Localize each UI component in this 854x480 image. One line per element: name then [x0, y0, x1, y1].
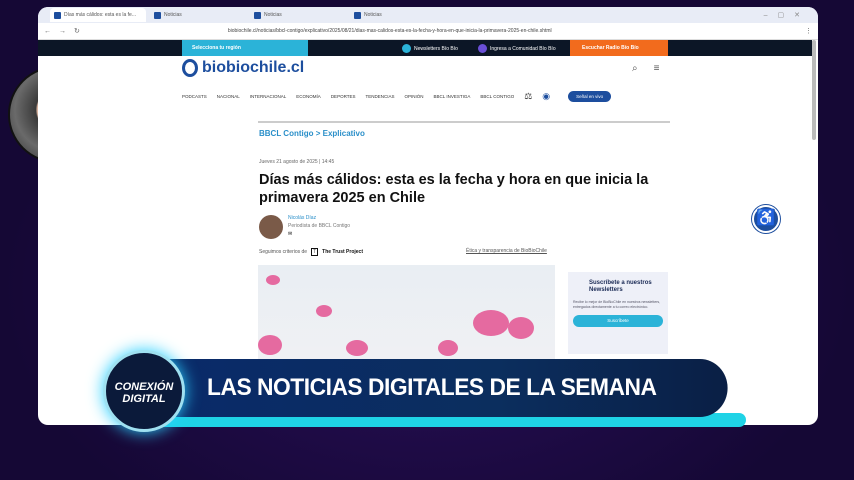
tab-label: Días más cálidos: esta es la fe... [64, 12, 136, 18]
site-logo[interactable]: biobiochile.cl [182, 59, 304, 77]
nav-deportes[interactable]: DEPORTES [331, 94, 356, 99]
search-icon[interactable]: ⌕ [632, 63, 638, 74]
nav-nacional[interactable]: NACIONAL [217, 94, 240, 99]
logo-text: biobiochile.cl [202, 59, 305, 76]
region-select[interactable]: Selecciona tu región [182, 40, 308, 56]
nav-bbcl-contigo[interactable]: BBCL CONTIGO [480, 94, 514, 99]
tv-icon[interactable]: ◉ [542, 91, 550, 102]
author-role: Periodista de BBCL Contigo [288, 223, 351, 229]
accessibility-icon[interactable]: ♿ [752, 205, 780, 233]
trust-prefix: Seguimos criterios de [259, 249, 308, 255]
trust-project-link[interactable]: The Trust Project [322, 249, 363, 255]
show-logo: CONEXIÓN DIGITAL [103, 350, 185, 432]
url-input[interactable]: biobiochile.cl/noticias/bbcl-contigo/exp… [228, 28, 797, 34]
newsletter-desc: Recibe lo mejor de BioBioChile en nuestr… [573, 300, 661, 309]
nav-economia[interactable]: ECONOMÍA [296, 94, 321, 99]
tab-label: Noticias [364, 12, 382, 18]
reload-icon[interactable]: ↻ [74, 27, 80, 35]
favicon-icon [154, 11, 161, 19]
newsletter-box: Suscríbete a nuestros Newsletters Recibe… [568, 272, 668, 354]
forward-icon[interactable]: → [59, 28, 66, 35]
newsletter-title: Suscríbete a nuestros Newsletters [589, 280, 652, 293]
breadcrumb[interactable]: BBCL Contigo > Explicativo [259, 129, 365, 138]
favicon-icon [354, 11, 361, 19]
mail-icon [402, 44, 411, 53]
tab-active[interactable]: Días más cálidos: esta es la fe... [50, 8, 146, 22]
extensions-icon[interactable]: ⋮ [805, 27, 812, 35]
address-bar: ← → ↻ biobiochile.cl/noticias/bbcl-contigo… [38, 23, 818, 40]
nav-podcasts[interactable]: PODCASTS [182, 94, 207, 99]
ethics-link[interactable]: Ética y transparencia de BioBioChile [466, 248, 547, 254]
listen-radio-button[interactable]: Escuchar Radio Bío Bío [570, 40, 668, 56]
community-label: Ingresa a Comunidad Bío Bío [490, 45, 556, 52]
author-avatar [259, 215, 283, 239]
menu-icon[interactable]: ≡ [654, 63, 660, 74]
article-date: Jueves 21 agosto de 2025 | 14:45 [259, 159, 335, 165]
live-button[interactable]: Señal en vivo [568, 91, 612, 102]
favicon-icon [54, 11, 61, 19]
justice-icon[interactable]: ⚖ [524, 91, 532, 102]
nav-internacional[interactable]: INTERNACIONAL [250, 94, 287, 99]
back-icon[interactable]: ← [44, 28, 51, 35]
divider [258, 121, 670, 123]
lower-third-headline: LAS NOTICIAS DIGITALES DE LA SEMANA [150, 359, 728, 417]
nav-bbcl-investiga[interactable]: BBCL INVESTIGA [434, 94, 471, 99]
logo-icon [182, 59, 198, 77]
tab[interactable]: Noticias [250, 8, 346, 22]
tab[interactable]: Noticias [150, 8, 246, 22]
article-title: Días más cálidos: esta es la fecha y hor… [259, 172, 649, 206]
tab[interactable]: Noticias [350, 8, 446, 22]
site-topbar: Selecciona tu región Newsletters Bío Bío… [38, 40, 812, 56]
user-icon [478, 44, 487, 53]
nav-tendencias[interactable]: TENDENCIAS [366, 94, 395, 99]
tab-label: Noticias [164, 12, 182, 18]
scrollbar[interactable] [812, 40, 816, 140]
subscribe-button[interactable]: Suscríbete [573, 315, 663, 327]
tab-strip: Días más cálidos: esta es la fe... Notic… [38, 7, 818, 23]
newsletters-label: Newsletters Bío Bío [414, 45, 458, 52]
author-name[interactable]: Nicolás Díaz [288, 214, 350, 222]
main-nav: PODCASTS NACIONAL INTERNACIONAL ECONOMÍA… [182, 91, 612, 102]
email-icon[interactable]: ✉ [288, 230, 350, 238]
window-controls[interactable]: –▢✕ [764, 11, 818, 19]
favicon-icon [254, 11, 261, 19]
newsletters-link[interactable]: Newsletters Bío Bío [402, 44, 458, 53]
nav-opinion[interactable]: OPINIÓN [405, 94, 424, 99]
trust-logo-icon: T [311, 248, 319, 256]
tab-label: Noticias [264, 12, 282, 18]
community-link[interactable]: Ingresa a Comunidad Bío Bío [478, 44, 556, 53]
